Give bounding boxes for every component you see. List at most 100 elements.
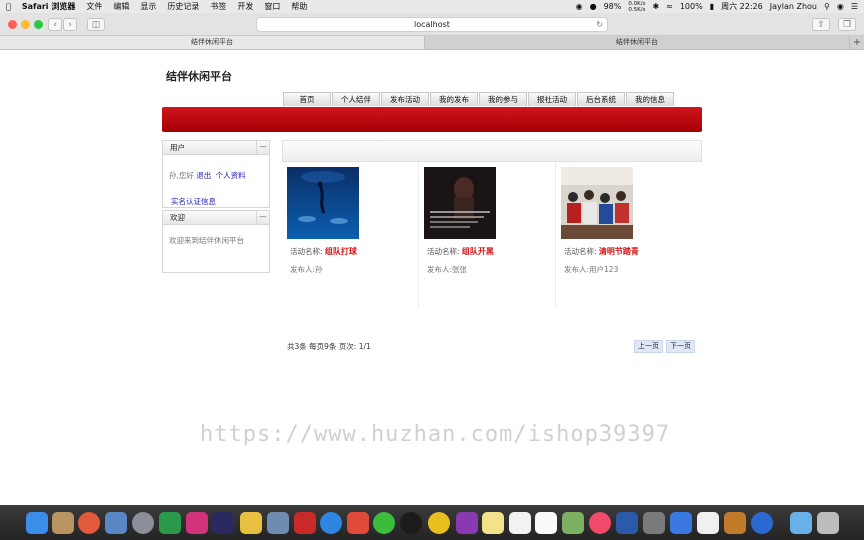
- menu-edit[interactable]: 编辑: [113, 1, 129, 12]
- activity-image[interactable]: [424, 167, 496, 239]
- user-name[interactable]: Jaylan Zhou: [770, 2, 817, 11]
- word-icon[interactable]: [616, 512, 638, 534]
- address-bar[interactable]: localhost ↻: [256, 17, 608, 32]
- bluetooth-icon[interactable]: ✱: [652, 2, 659, 11]
- new-tab-button[interactable]: +: [850, 36, 864, 49]
- window-maximize-button[interactable]: [34, 20, 43, 29]
- profile-link[interactable]: 个人资料: [216, 171, 246, 180]
- navicat-icon[interactable]: [240, 512, 262, 534]
- redis-icon[interactable]: [294, 512, 316, 534]
- welcome-panel-body: 欢迎来到结伴休闲平台: [163, 225, 269, 254]
- wechat-dock-icon[interactable]: [373, 512, 395, 534]
- edge-icon[interactable]: [751, 512, 773, 534]
- nav-home[interactable]: 首页: [283, 92, 331, 106]
- tab-1[interactable]: 结伴休闲平台: [0, 36, 425, 49]
- browser-icon[interactable]: [428, 512, 450, 534]
- siri-icon[interactable]: ◉: [837, 2, 844, 11]
- baidu-netdisk-icon[interactable]: [670, 512, 692, 534]
- launchpad-icon[interactable]: [132, 512, 154, 534]
- collapse-icon[interactable]: —: [256, 211, 269, 224]
- maps-icon[interactable]: [562, 512, 584, 534]
- nav-club-activities[interactable]: 报社活动: [528, 92, 576, 106]
- menu-view[interactable]: 显示: [140, 1, 156, 12]
- wechat-icon[interactable]: ●: [590, 2, 597, 11]
- tab-2[interactable]: 结伴休闲平台: [425, 36, 850, 49]
- nav-my-published[interactable]: 我的发布: [430, 92, 478, 106]
- window-close-button[interactable]: [8, 20, 17, 29]
- activity-name-link[interactable]: 组队打球: [325, 247, 357, 256]
- back-button[interactable]: ‹: [48, 18, 62, 31]
- stickies-icon[interactable]: [482, 512, 504, 534]
- verify-link[interactable]: 实名认证信息: [171, 197, 216, 206]
- activity-publisher: 发布人:张张: [427, 265, 468, 274]
- activity-image[interactable]: [561, 167, 633, 239]
- tab-strip: 结伴休闲平台 结伴休闲平台 +: [0, 36, 864, 50]
- dock: [0, 505, 864, 540]
- nav-admin-system[interactable]: 后台系统: [577, 92, 625, 106]
- activity-name-label: 活动名称:: [564, 247, 597, 256]
- photos-icon[interactable]: [78, 512, 100, 534]
- sidebar-toggle-button[interactable]: ◫: [87, 18, 105, 31]
- trash-icon[interactable]: [817, 512, 839, 534]
- menu-develop[interactable]: 开发: [237, 1, 253, 12]
- nav-my-info[interactable]: 我的信息: [626, 92, 674, 106]
- menu-app-name[interactable]: Safari 浏览器: [22, 1, 76, 12]
- prev-page-button[interactable]: 上一页: [634, 340, 663, 353]
- share-button[interactable]: ⇧: [812, 18, 830, 31]
- activity-name-link[interactable]: 组队开黑: [462, 247, 494, 256]
- network-speed: 0.0K/s 0.5K/s: [628, 1, 645, 13]
- datetime[interactable]: 周六 22:26: [721, 1, 763, 12]
- nav-my-participation[interactable]: 我的参与: [479, 92, 527, 106]
- collapse-icon[interactable]: —: [256, 141, 269, 154]
- apple-icon[interactable]: : [6, 2, 11, 11]
- forward-button[interactable]: ›: [63, 18, 77, 31]
- eclipse-icon[interactable]: [212, 512, 234, 534]
- logout-link[interactable]: 退出: [196, 171, 211, 180]
- reload-icon[interactable]: ↻: [596, 18, 603, 31]
- menubar:  Safari 浏览器 文件 编辑 显示 历史记录 书签 开发 窗口 帮助 ◉…: [0, 0, 864, 13]
- chevron-left-icon: ‹: [53, 19, 57, 30]
- network-up: 0.0K/s: [628, 0, 646, 7]
- settings-icon[interactable]: [643, 512, 665, 534]
- spotlight-icon[interactable]: ⚲: [824, 2, 830, 11]
- textedit-icon[interactable]: [509, 512, 531, 534]
- nav-personal-companion[interactable]: 个人结伴: [332, 92, 380, 106]
- wifi-icon[interactable]: ≈: [666, 2, 673, 11]
- window-minimize-button[interactable]: [21, 20, 30, 29]
- qq-icon[interactable]: [400, 512, 422, 534]
- menu-list-icon[interactable]: ☰: [851, 2, 858, 11]
- music-icon[interactable]: [589, 512, 611, 534]
- calendar-icon[interactable]: [535, 512, 557, 534]
- pycharm-icon[interactable]: [159, 512, 181, 534]
- activity-name-row: 活动名称: 组队打球: [290, 246, 357, 257]
- activity-name-link[interactable]: 清明节踏青: [599, 247, 639, 256]
- menu-window[interactable]: 窗口: [264, 1, 280, 12]
- main-nav: 首页 个人结伴 发布活动 我的发布 我的参与 报社活动 后台系统 我的信息: [283, 92, 675, 106]
- safari-icon[interactable]: [320, 512, 342, 534]
- activity-card: 活动名称: 清明节踏青 发布人:用户123: [556, 162, 693, 307]
- document-icon[interactable]: [697, 512, 719, 534]
- notes-app-icon[interactable]: [52, 512, 74, 534]
- menu-history[interactable]: 历史记录: [167, 1, 199, 12]
- menu-file[interactable]: 文件: [86, 1, 102, 12]
- chevron-right-icon: ›: [68, 19, 72, 30]
- menu-bookmarks[interactable]: 书签: [210, 1, 226, 12]
- intellij-icon[interactable]: [186, 512, 208, 534]
- battery-icon[interactable]: ▮: [710, 2, 714, 11]
- activity-image[interactable]: [287, 167, 359, 239]
- axure-icon[interactable]: [456, 512, 478, 534]
- greeting-text: 孙,您好: [169, 171, 194, 180]
- tabs-overview-button[interactable]: ❐: [838, 18, 856, 31]
- preview-icon[interactable]: [105, 512, 127, 534]
- activity-name-row: 活动名称: 清明节踏青: [564, 246, 639, 257]
- finder-icon[interactable]: [26, 512, 48, 534]
- activity-name-label: 活动名称:: [427, 247, 460, 256]
- screen-icon[interactable]: [347, 512, 369, 534]
- sublime-icon[interactable]: [724, 512, 746, 534]
- menu-help[interactable]: 帮助: [291, 1, 307, 12]
- nav-publish-activity[interactable]: 发布活动: [381, 92, 429, 106]
- next-page-button[interactable]: 下一页: [666, 340, 695, 353]
- downloads-folder-icon[interactable]: [790, 512, 812, 534]
- record-icon[interactable]: ◉: [576, 2, 583, 11]
- database-icon[interactable]: [267, 512, 289, 534]
